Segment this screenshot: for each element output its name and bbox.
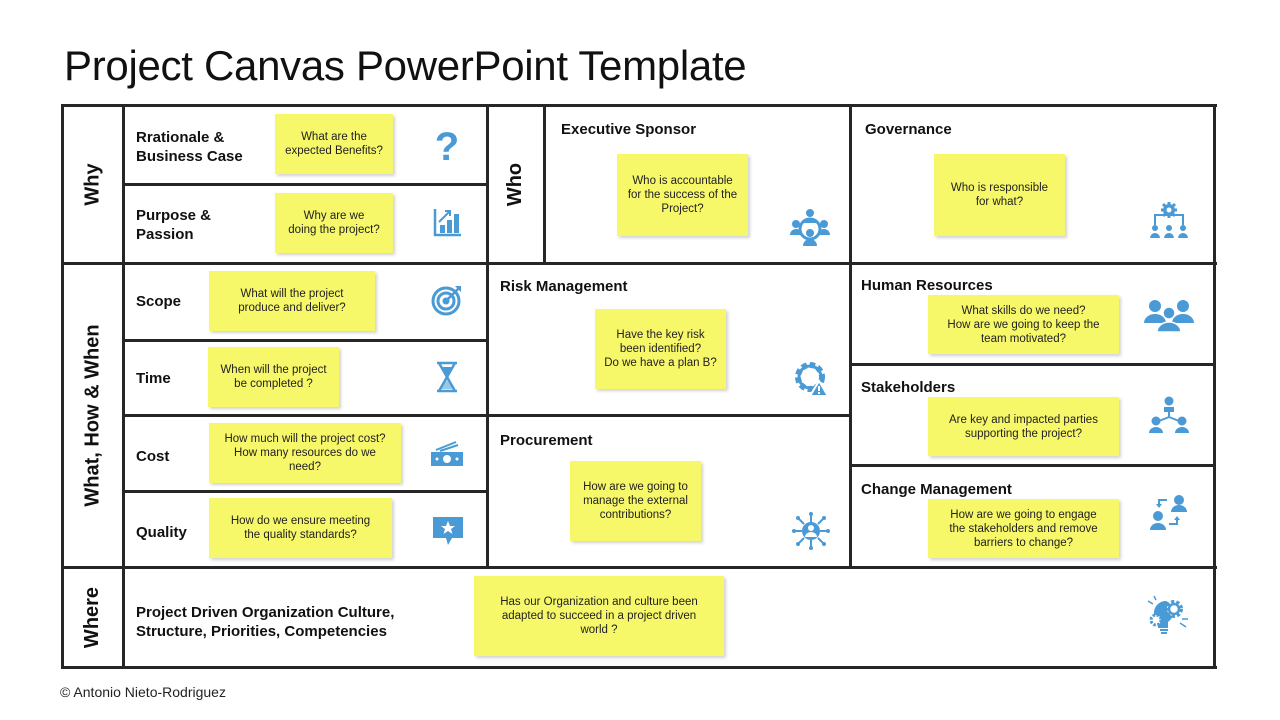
- governance-heading: Governance: [865, 121, 952, 138]
- quality-heading: Quality: [136, 524, 187, 541]
- quality-sticky-note[interactable]: How do we ensure meeting the quality sta…: [209, 498, 392, 558]
- copyright-footer: © Antonio Nieto-Rodriguez: [60, 684, 226, 700]
- cost-heading: Cost: [136, 448, 170, 465]
- growth-chart-icon: [433, 207, 463, 237]
- lightbulb-gears-icon: [1146, 595, 1192, 639]
- purpose-sticky-note[interactable]: Why are we doing the project?: [275, 193, 393, 253]
- what-label-text: What, How & When: [81, 324, 104, 507]
- scope-sticky-note[interactable]: What will the project produce and delive…: [209, 271, 375, 331]
- people-exchange-icon: [1149, 494, 1189, 532]
- target-icon: [431, 284, 463, 316]
- who-section-label: Who: [489, 107, 543, 262]
- where-heading: Project Driven Organization Culture, Str…: [136, 604, 395, 640]
- procurement-sticky-note[interactable]: How are we going to manage the external …: [570, 461, 701, 541]
- executive-sponsor-sticky-note[interactable]: Who is accountable for the success of th…: [617, 154, 748, 236]
- gear-warning-icon: [792, 359, 830, 397]
- time-sticky-note[interactable]: When will the project be completed ?: [208, 347, 339, 407]
- procurement-heading: Procurement: [500, 432, 593, 449]
- where-label-text: Where: [81, 586, 104, 649]
- where-section-label: Where: [64, 569, 122, 666]
- scope-heading: Scope: [136, 293, 182, 310]
- stakeholders-heading: Stakeholders: [861, 379, 956, 396]
- svg-text:?: ?: [435, 126, 459, 164]
- risk-management-sticky-note[interactable]: Have the key risk been identified? Do we…: [595, 309, 726, 389]
- cost-sticky-note[interactable]: How much will the project cost? How many…: [209, 423, 401, 483]
- change-management-sticky-note[interactable]: How are we going to engage the stakehold…: [928, 499, 1119, 558]
- human-resources-sticky-note[interactable]: What skills do we need? How are we going…: [928, 295, 1119, 354]
- rationale-heading: Rrationale & Business Case: [136, 129, 243, 165]
- hierarchy-people-icon: [1149, 396, 1189, 434]
- network-person-icon: [792, 512, 830, 550]
- why-label-text: Why: [81, 163, 104, 206]
- purpose-heading: Purpose & Passion: [136, 207, 212, 243]
- stakeholders-sticky-note[interactable]: Are key and impacted parties supporting …: [928, 397, 1119, 456]
- group-icon: [1144, 299, 1194, 333]
- executive-sponsor-heading: Executive Sponsor: [561, 121, 697, 138]
- star-badge-icon: [432, 516, 464, 546]
- who-label-text: Who: [504, 162, 527, 207]
- what-how-when-section-label: What, How & When: [64, 265, 122, 566]
- hourglass-icon: [435, 361, 459, 393]
- governance-sticky-note[interactable]: Who is responsible for what?: [934, 154, 1065, 236]
- change-management-heading: Change Management: [861, 481, 1012, 498]
- org-gear-icon: [1150, 201, 1188, 239]
- human-resources-heading: Human Resources: [861, 277, 993, 294]
- money-icon: [430, 440, 464, 468]
- time-heading: Time: [136, 370, 171, 387]
- where-sticky-note[interactable]: Has our Organization and culture been ad…: [474, 576, 724, 656]
- rationale-sticky-note[interactable]: What are the expected Benefits?: [275, 114, 393, 174]
- question-icon: ?: [432, 126, 462, 164]
- risk-management-heading: Risk Management: [500, 278, 628, 295]
- page-title: Project Canvas PowerPoint Template: [64, 42, 747, 89]
- why-section-label: Why: [64, 107, 122, 262]
- team-meeting-icon: [790, 207, 830, 247]
